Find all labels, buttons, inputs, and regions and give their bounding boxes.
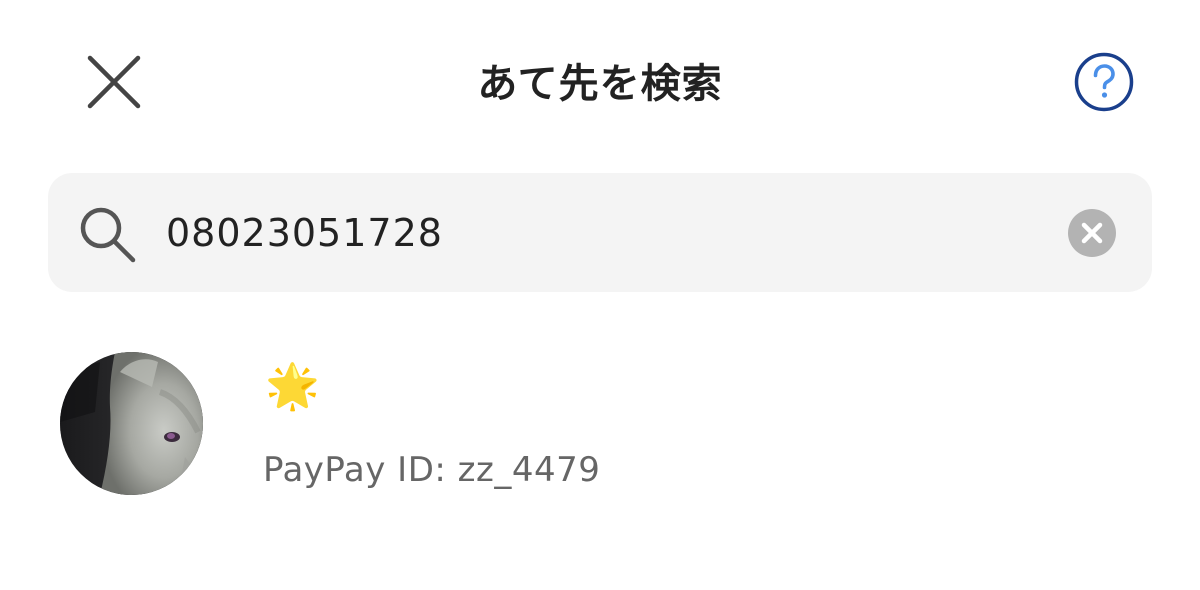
search-result-item[interactable]: 🌟 PayPay ID: zz_4479 <box>0 340 1200 510</box>
avatar <box>60 352 203 495</box>
clear-circle-icon <box>1068 209 1116 257</box>
search-bar <box>48 173 1152 292</box>
result-paypay-id: PayPay ID: zz_4479 <box>263 450 601 490</box>
result-name: 🌟 <box>265 361 320 412</box>
clear-search-button[interactable] <box>1068 209 1116 257</box>
magnifier-icon <box>76 203 138 265</box>
page-title: あて先を検索 <box>477 61 723 107</box>
search-input[interactable] <box>166 203 1046 263</box>
header: あて先を検索 <box>0 0 1200 165</box>
help-button[interactable] <box>1074 52 1134 112</box>
question-circle-icon <box>1074 52 1134 112</box>
